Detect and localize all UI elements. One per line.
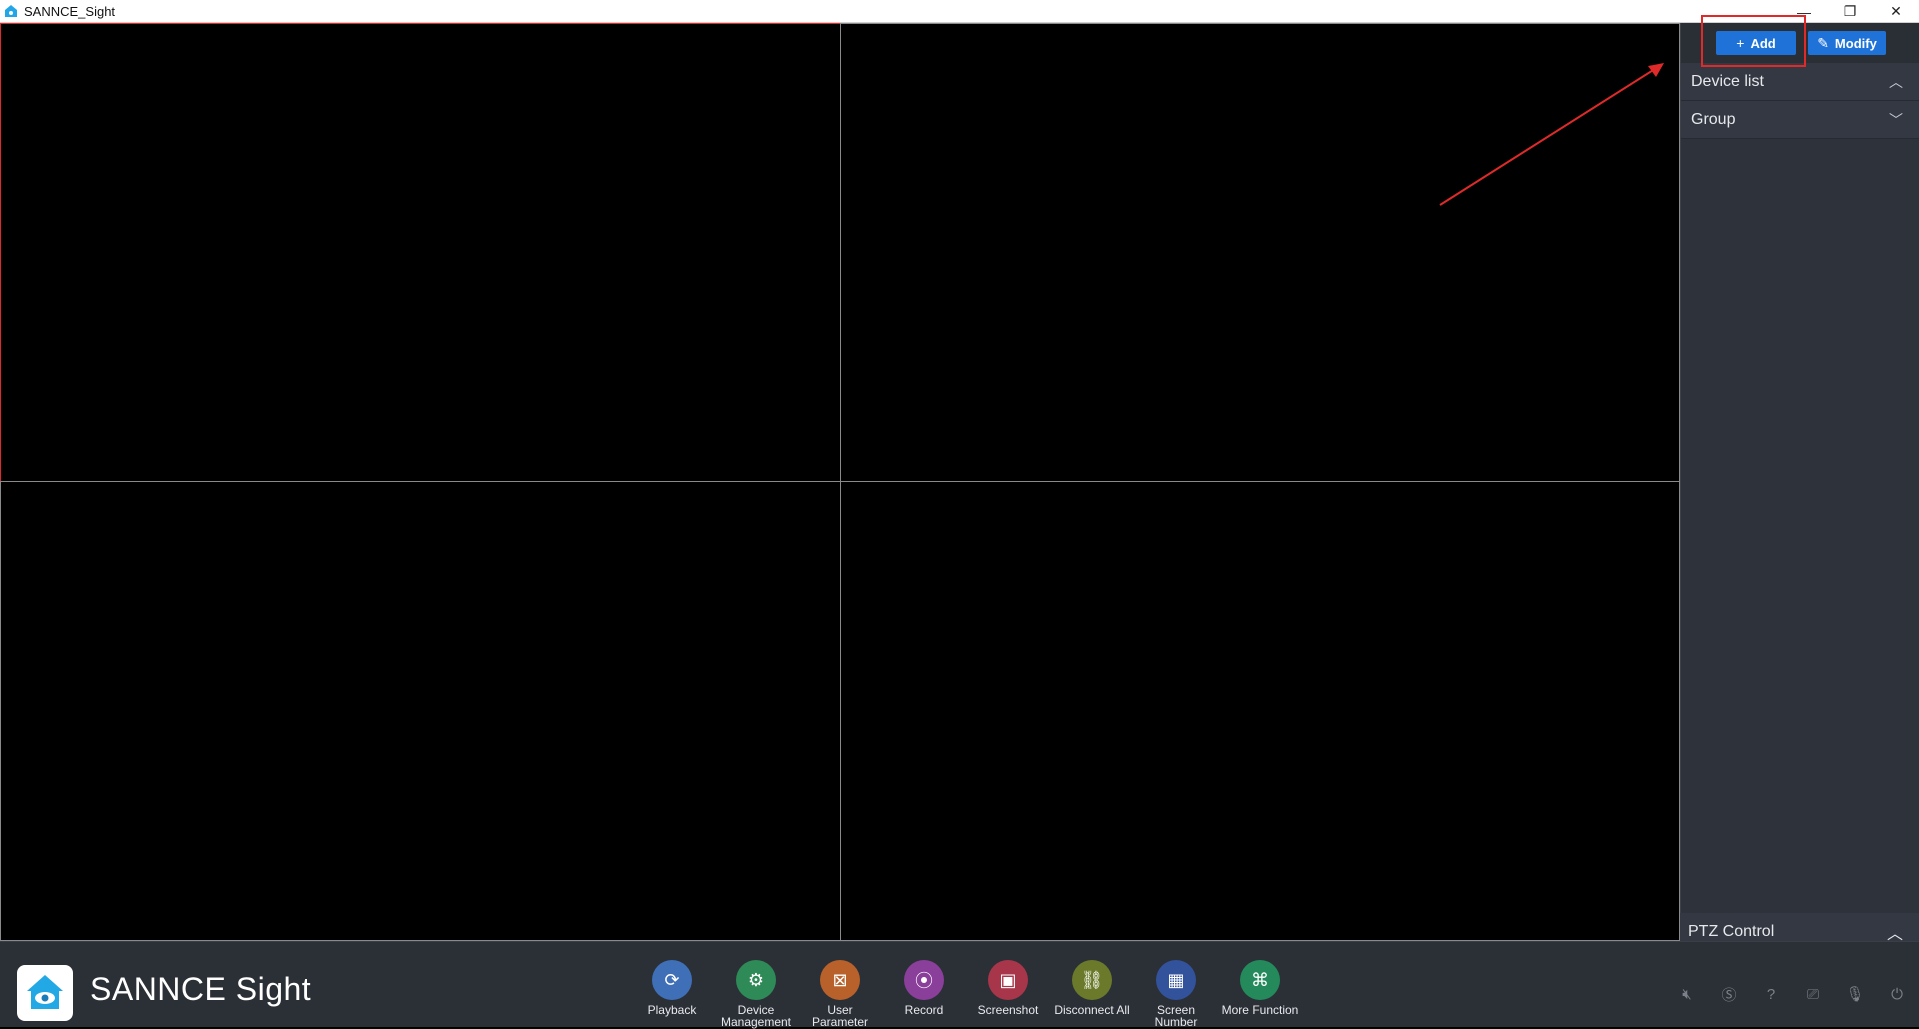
add-button[interactable]: + Add: [1716, 31, 1796, 55]
help-icon[interactable]: ?: [1757, 980, 1785, 1008]
function-label: Record: [904, 1003, 944, 1017]
function-bar: ⟳ Playback ⚙ Device Management ⊠ User Paramet…: [630, 960, 1302, 1028]
function-button-screen-number[interactable]: ▦ Screen Number: [1134, 960, 1218, 1028]
edit-icon: ✎: [1817, 34, 1829, 51]
function-label: Disconnect All: [1054, 1003, 1130, 1017]
mute-icon[interactable]: 🔇︎: [1673, 980, 1701, 1008]
plus-icon: +: [1736, 35, 1745, 51]
power-icon[interactable]: ⏻: [1883, 980, 1911, 1008]
video-cell-4[interactable]: [840, 481, 1680, 941]
playback-icon: ⟳: [652, 960, 692, 1000]
group-section[interactable]: Group ﹀: [1681, 101, 1919, 139]
house-eye-icon: [27, 975, 63, 1009]
status-icons: 🔇︎ Ⓢ ? ⎚ 🎙︎ ⏻: [1673, 980, 1911, 1008]
function-label: User Parameter: [811, 1003, 869, 1029]
function-button-device-management[interactable]: ⚙ Device Management: [714, 960, 798, 1028]
modify-button[interactable]: ✎ Modify: [1808, 31, 1886, 55]
title-bar: SANNCE_Sight — ❐ ✕: [0, 0, 1919, 23]
function-button-user-parameter[interactable]: ⊠ User Parameter: [798, 960, 882, 1028]
app-logo: [17, 965, 73, 1021]
screenshot-icon: ▣: [988, 960, 1028, 1000]
function-button-playback[interactable]: ⟳ Playback: [630, 960, 714, 1028]
brand-name: SANNCE Sight: [90, 971, 312, 1007]
device-toolbar: + Add ✎ Modify: [1681, 23, 1919, 63]
app-icon: [5, 5, 17, 17]
function-label: Screen Number: [1154, 1003, 1198, 1029]
device-list-section[interactable]: Device list ︿: [1681, 63, 1919, 101]
function-label: More Function: [1221, 1003, 1299, 1017]
minimize-button[interactable]: —: [1781, 0, 1827, 23]
bottom-bar: SANNCE Sight ⟳ Playback ⚙ Device Management…: [0, 941, 1919, 1028]
device-management-icon: ⚙: [736, 960, 776, 1000]
microphone-icon[interactable]: 🎙︎: [1841, 980, 1869, 1008]
ptz-control-label: PTZ Control: [1688, 923, 1775, 940]
chevron-down-icon: ﹀: [1889, 111, 1903, 128]
function-label: Playback: [647, 1003, 697, 1017]
sd-icon[interactable]: Ⓢ: [1715, 980, 1743, 1008]
function-button-more-function[interactable]: ⌘ More Function: [1218, 960, 1302, 1028]
record-icon: ⦿: [904, 960, 944, 1000]
right-panel: + Add ✎ Modify Device list ︿ Group ﹀: [1680, 23, 1919, 941]
disconnect-icon: ⛓: [1072, 960, 1112, 1000]
modify-label: Modify: [1834, 35, 1877, 51]
group-label: Group: [1691, 110, 1736, 128]
function-button-record[interactable]: ⦿ Record: [882, 960, 966, 1028]
close-button[interactable]: ✕: [1873, 0, 1919, 23]
add-label: Add: [1750, 35, 1776, 51]
camera-icon[interactable]: ⎚: [1799, 980, 1827, 1008]
function-button-disconnect[interactable]: ⛓ Disconnect All: [1050, 960, 1134, 1028]
video-cell-3[interactable]: [0, 481, 841, 941]
chevron-up-icon: ︿: [1889, 73, 1903, 90]
video-cell-2[interactable]: [840, 23, 1680, 482]
user-parameter-icon: ⊠: [820, 960, 860, 1000]
maximize-button[interactable]: ❐: [1827, 0, 1873, 23]
function-button-screenshot[interactable]: ▣ Screenshot: [966, 960, 1050, 1028]
video-cell-1[interactable]: [0, 23, 841, 482]
more-function-icon: ⌘: [1240, 960, 1280, 1000]
device-list-label: Device list: [1691, 72, 1764, 90]
video-grid: [0, 23, 1680, 941]
function-label: Device Management: [720, 1003, 792, 1029]
window-title: SANNCE_Sight: [24, 3, 116, 19]
function-label: Screenshot: [977, 1003, 1039, 1017]
screen-number-icon: ▦: [1156, 960, 1196, 1000]
